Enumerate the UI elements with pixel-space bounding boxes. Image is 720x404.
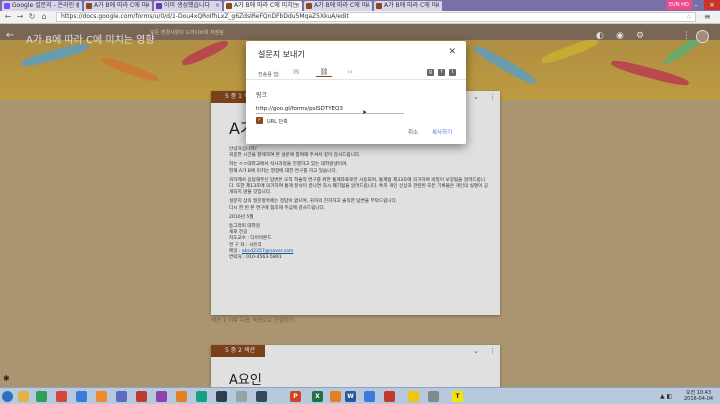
close-window-icon[interactable]: × bbox=[704, 0, 720, 10]
email-tab-icon[interactable]: ✉ bbox=[288, 67, 304, 77]
send-form-dialog: 설문지 보내기 ✕ 전송용 앱: ✉ ⛓ ‹› g f t 링크 http://… bbox=[246, 41, 466, 144]
forward-icon[interactable]: → bbox=[15, 12, 25, 22]
browser-tab[interactable]: 이미 생성했습니다 × bbox=[154, 1, 222, 11]
chrome-icon[interactable] bbox=[56, 391, 67, 402]
close-icon[interactable]: ✕ bbox=[448, 47, 456, 57]
excel-icon[interactable]: X bbox=[312, 391, 323, 402]
explorer-icon[interactable] bbox=[18, 391, 29, 402]
minimize-icon[interactable]: – bbox=[688, 0, 704, 10]
cancel-button[interactable]: 취소 bbox=[408, 128, 418, 136]
url-text: https://docs.google.com/forms/u/0/d/1-Do… bbox=[61, 13, 349, 20]
app-icon[interactable] bbox=[156, 391, 167, 402]
app-icon[interactable] bbox=[196, 391, 207, 402]
tab-label: Google 설문지 - 온라인 설... bbox=[12, 2, 79, 9]
drive-icon[interactable] bbox=[36, 391, 47, 402]
app-icon[interactable] bbox=[408, 391, 419, 402]
close-tab-icon[interactable]: × bbox=[145, 1, 150, 11]
app-icon[interactable] bbox=[236, 391, 247, 402]
address-bar-row: ← → ↻ ⌂ https://docs.google.com/forms/u/… bbox=[0, 11, 720, 24]
forms-favicon-icon bbox=[156, 3, 162, 9]
tray-icons[interactable]: ▲ ◧ bbox=[660, 393, 672, 400]
media-player-icon[interactable] bbox=[96, 391, 107, 402]
mouse-cursor-icon: ➤ bbox=[362, 109, 368, 116]
tab-label: 이미 생성했습니다 bbox=[164, 2, 211, 9]
system-clock[interactable]: 오전 10:43 2016-04-04 bbox=[684, 390, 713, 402]
link-heading: 링크 bbox=[256, 92, 268, 99]
embed-tab-icon[interactable]: ‹› bbox=[342, 67, 358, 77]
powerpoint-icon[interactable]: P bbox=[290, 391, 301, 402]
app-icon[interactable] bbox=[364, 391, 375, 402]
bookmark-star-icon[interactable]: ☆ bbox=[686, 13, 692, 21]
browser-tab[interactable]: A가 B에 따라 C에 미치는... × bbox=[374, 1, 442, 11]
app-icon[interactable] bbox=[384, 391, 395, 402]
copy-button[interactable]: 복사하기 bbox=[432, 128, 452, 136]
tab-label: A가 B에 따라 C에 미치는... bbox=[94, 2, 149, 9]
link-tab-icon[interactable]: ⛓ bbox=[316, 67, 332, 77]
close-tab-icon[interactable]: × bbox=[215, 1, 220, 11]
word-icon[interactable]: W bbox=[345, 391, 356, 402]
taskbar: P X W T ▲ ◧ 오전 10:43 2016-04-04 bbox=[0, 387, 720, 404]
app-icon[interactable] bbox=[176, 391, 187, 402]
browser-menu-icon[interactable]: ≡ bbox=[704, 12, 711, 22]
divider bbox=[246, 79, 466, 80]
app-icon[interactable] bbox=[216, 391, 227, 402]
clock-date: 2016-04-04 bbox=[684, 396, 714, 402]
app-icon[interactable] bbox=[76, 391, 87, 402]
browser-tab[interactable]: Google 설문지 - 온라인 설... × bbox=[2, 1, 82, 11]
forms-favicon-icon bbox=[376, 3, 382, 9]
link-url-field[interactable]: http://goo.gl/forms/psISDTYEQ3 bbox=[256, 105, 404, 114]
reload-icon[interactable]: ↻ bbox=[27, 12, 37, 22]
close-tab-icon[interactable]: × bbox=[365, 1, 370, 11]
facebook-icon[interactable]: f bbox=[438, 69, 445, 76]
app-icon[interactable] bbox=[428, 391, 439, 402]
start-button[interactable] bbox=[2, 391, 13, 402]
tab-label: A가 B에 따라 C에 미치는 영향 bbox=[234, 2, 299, 9]
back-icon[interactable]: ← bbox=[3, 12, 13, 22]
dialog-title: 설문지 보내기 bbox=[258, 50, 305, 59]
tab-label: A가 B에 따라 C에 미치는... bbox=[384, 2, 439, 9]
send-via-label: 전송용 앱: bbox=[258, 72, 280, 78]
forms-favicon-icon bbox=[4, 3, 10, 9]
forms-favicon-icon bbox=[86, 3, 92, 9]
shorten-url-checkbox[interactable]: ✓ bbox=[256, 117, 263, 124]
google-plus-icon[interactable]: g bbox=[427, 69, 434, 76]
app-icon[interactable] bbox=[116, 391, 127, 402]
shorten-url-label: URL 단축 bbox=[267, 119, 288, 125]
kakaotalk-icon[interactable]: T bbox=[452, 391, 463, 402]
browser-tab[interactable]: A가 B에 따라 C에 미치는... × bbox=[304, 1, 372, 11]
browser-tab-active[interactable]: A가 B에 따라 C에 미치는 영향 × bbox=[224, 1, 302, 11]
app-icon[interactable] bbox=[136, 391, 147, 402]
tab-label: A가 B에 따라 C에 미치는... bbox=[314, 2, 369, 9]
home-icon[interactable]: ⌂ bbox=[39, 12, 49, 22]
close-tab-icon[interactable]: × bbox=[75, 1, 80, 11]
accessibility-icon[interactable]: ✱ bbox=[3, 374, 10, 383]
twitter-icon[interactable]: t bbox=[449, 69, 456, 76]
close-tab-icon[interactable]: × bbox=[435, 1, 440, 11]
forms-favicon-icon bbox=[306, 3, 312, 9]
app-icon[interactable] bbox=[330, 391, 341, 402]
close-tab-icon[interactable]: × bbox=[295, 1, 300, 11]
forms-favicon-icon bbox=[226, 3, 232, 9]
browser-tab[interactable]: A가 B에 따라 C에 미치는... × bbox=[84, 1, 152, 11]
browser-tab-strip: Google 설문지 - 온라인 설... × A가 B에 따라 C에 미치는.… bbox=[0, 0, 720, 11]
app-icon[interactable] bbox=[256, 391, 267, 402]
url-input[interactable]: https://docs.google.com/forms/u/0/d/1-Do… bbox=[56, 12, 696, 22]
